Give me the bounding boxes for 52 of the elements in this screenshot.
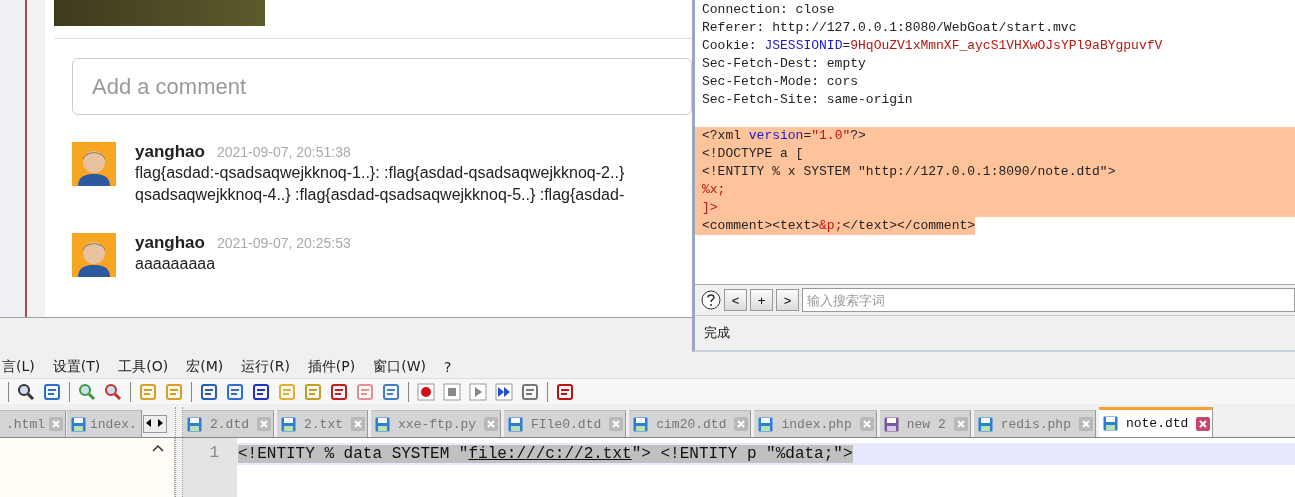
close-icon[interactable] [484, 417, 499, 431]
avatar-icon [72, 233, 116, 277]
search-nav-button[interactable]: > [776, 289, 799, 311]
close-icon[interactable] [351, 417, 366, 431]
file-tab[interactable]: note.dtd [1098, 407, 1214, 437]
menu-item[interactable]: 窗口(W) [373, 357, 426, 376]
close-icon[interactable] [1078, 417, 1093, 431]
find-icon[interactable] [17, 382, 35, 401]
menu-item[interactable]: 设置(T) [52, 357, 101, 376]
search-nav-button[interactable]: + [750, 289, 773, 311]
fast-forward-icon[interactable] [495, 382, 513, 401]
help-icon[interactable] [701, 290, 721, 310]
menu-item[interactable]: 运行(R) [241, 357, 290, 376]
chevron-up-icon[interactable] [152, 444, 164, 452]
comment-author: yanghao [135, 142, 205, 162]
search-field[interactable]: 输入搜索字词 [802, 288, 1295, 312]
close-icon[interactable] [49, 417, 63, 431]
status-text: 完成 [703, 324, 731, 342]
avatar-icon [72, 142, 116, 186]
comment-text: aaaaaaaaa [135, 254, 217, 274]
play-icon[interactable] [469, 382, 487, 401]
header-line: Cookie: JSESSIONID=9HqOuZV1xMmnXF_aycS1VHXwOJsYPl9aBYgpuvfV [701, 37, 1164, 55]
header-line: Sec-Fetch-Mode: cors [701, 73, 860, 91]
header-line: Referer: http://127.0.0.1:8080/WebGoat/start.mvc [701, 19, 1078, 37]
close-icon[interactable] [859, 417, 874, 431]
search-nav-button[interactable]: < [724, 289, 747, 311]
record-icon[interactable] [417, 382, 435, 401]
comment-input-field[interactable]: Add a comment [72, 58, 692, 115]
menu-item[interactable]: ? [444, 358, 452, 375]
comment-text: qsadsaqwejkknoq-4..} :flag{asdad-qsadsaqwejkknoq-5..} :flag{asdad- [135, 185, 625, 205]
menu-item[interactable]: 宏(M) [186, 357, 224, 376]
line-number: 1 [183, 438, 237, 497]
comment-text: flag{asdad:-qsadsaqwejkknoq-1..}: :flag{asdad-qsadsaqwejkknoq-2..} [135, 163, 625, 183]
comment-author: yanghao [135, 233, 205, 253]
close-icon[interactable] [609, 417, 624, 431]
left-arrow-icon [146, 419, 153, 427]
stop-icon[interactable] [443, 382, 461, 401]
menu-item[interactable]: 插件(P) [307, 357, 356, 376]
close-icon[interactable] [953, 417, 968, 431]
close-icon[interactable] [257, 417, 271, 431]
menu-item[interactable]: 言(L) [2, 357, 35, 376]
header-line: Sec-Fetch-Dest: empty [701, 55, 867, 73]
request-text-area[interactable] [695, 0, 1295, 285]
right-arrow-icon [157, 419, 164, 427]
close-icon[interactable] [734, 417, 749, 431]
close-icon[interactable] [1196, 416, 1211, 431]
comment-time: 2021-09-07, 20:25:53 [216, 235, 351, 251]
menu-item[interactable]: 工具(O) [118, 357, 169, 376]
header-line: Sec-Fetch-Site: same-origin [701, 91, 914, 109]
code-editor[interactable]: <!ENTITY % data SYSTEM "file:///c://2.txt"> <!ENTITY p "%data;"> [237, 438, 1295, 497]
header-line: Connection: close [701, 1, 836, 19]
comment-time: 2021-09-07, 20:51:38 [216, 144, 351, 160]
